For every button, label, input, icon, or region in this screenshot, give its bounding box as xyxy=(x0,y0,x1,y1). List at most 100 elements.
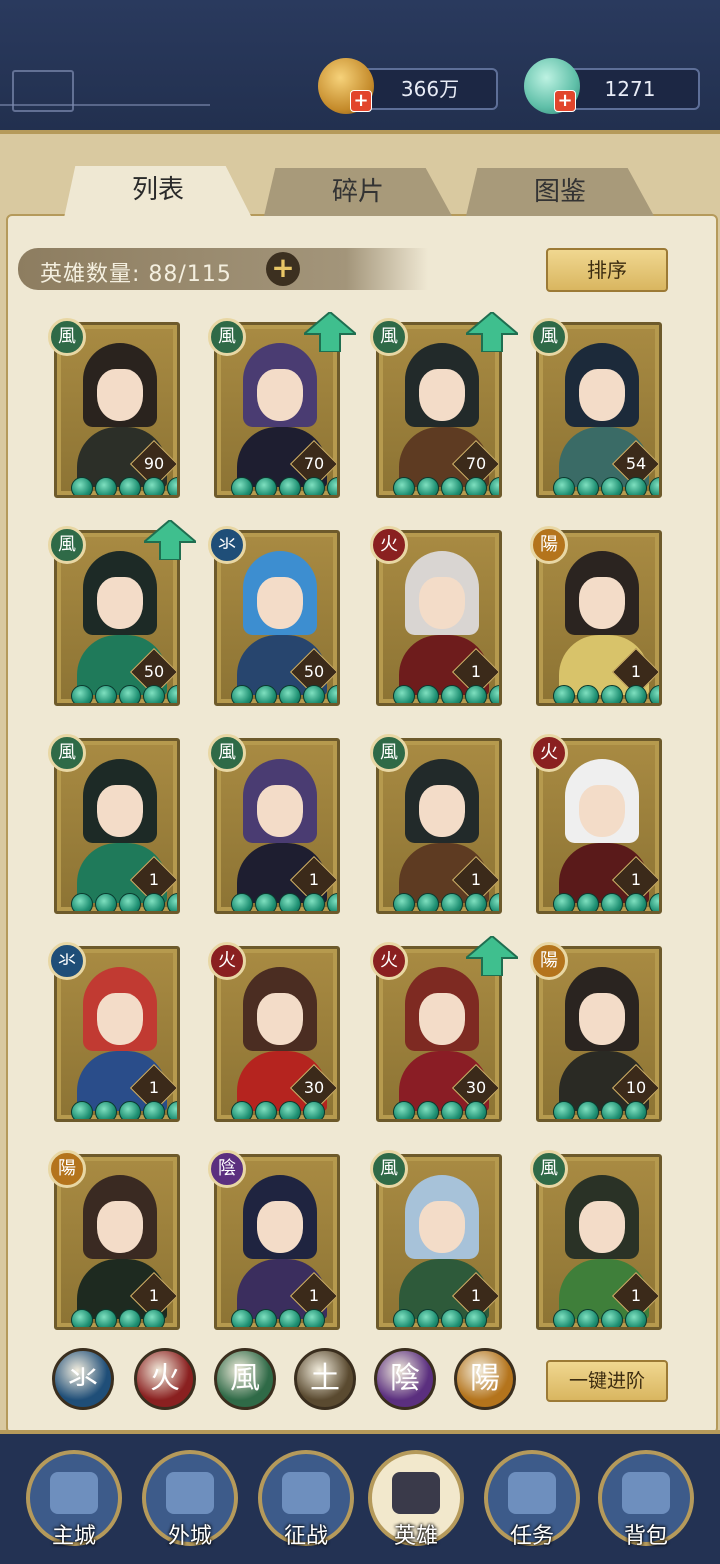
star-orbs xyxy=(393,1309,487,1327)
star-orb-icon xyxy=(441,1309,463,1327)
star-orb-icon xyxy=(231,477,253,495)
hero-face xyxy=(579,993,625,1045)
hero-level: 30 xyxy=(465,1078,487,1097)
star-orbs xyxy=(71,893,177,911)
star-orb-icon xyxy=(465,893,487,911)
filter-water-button[interactable]: 氺 xyxy=(52,1348,114,1410)
star-orb-icon xyxy=(625,1309,647,1327)
main-city-icon xyxy=(50,1472,98,1514)
add-jade-button[interactable]: + xyxy=(554,90,576,112)
hero-card[interactable]: 1陽 xyxy=(530,526,662,706)
filter-wood-button[interactable]: 風 xyxy=(214,1348,276,1410)
star-orb-icon xyxy=(625,893,647,911)
element-icon: 氺 xyxy=(48,942,86,980)
jade-counter: 1271 xyxy=(560,68,700,110)
nav-label: 主城 xyxy=(51,1524,96,1549)
star-orb-icon xyxy=(95,685,117,703)
nav-label: 背包 xyxy=(623,1524,668,1549)
star-orb-icon xyxy=(255,1309,277,1327)
add-coin-button[interactable]: + xyxy=(350,90,372,112)
hero-card[interactable]: 1風 xyxy=(370,1150,502,1330)
hero-card[interactable]: 1風 xyxy=(530,1150,662,1330)
hero-card[interactable]: 50 風 xyxy=(48,518,199,706)
star-orb-icon xyxy=(119,1101,141,1119)
star-orbs xyxy=(71,1101,177,1119)
star-orb-icon xyxy=(393,893,415,911)
hero-level: 1 xyxy=(308,870,320,889)
star-orb-icon xyxy=(417,1101,439,1119)
star-orb-icon xyxy=(119,1309,141,1327)
hero-face xyxy=(419,993,465,1045)
hero-card[interactable]: 70 風 xyxy=(370,310,521,498)
star-orbs xyxy=(231,1309,325,1327)
star-orb-icon xyxy=(577,477,599,495)
star-orb-icon xyxy=(489,893,499,911)
star-orb-icon xyxy=(441,893,463,911)
star-orb-icon xyxy=(601,477,623,495)
star-orbs xyxy=(393,1101,487,1119)
one-click-advance-button[interactable]: 一键进阶 xyxy=(546,1360,668,1402)
hero-card[interactable]: 1陽 xyxy=(48,1150,180,1330)
star-orb-icon xyxy=(465,1309,487,1327)
star-orb-icon xyxy=(441,1101,463,1119)
hero-face xyxy=(97,577,143,629)
star-orb-icon xyxy=(553,893,575,911)
star-orb-icon xyxy=(71,1101,93,1119)
hero-card[interactable]: 1風 xyxy=(208,734,340,914)
hero-card[interactable]: 10 陽 xyxy=(530,942,662,1122)
star-orbs xyxy=(553,477,659,495)
hero-card[interactable]: 30 火 xyxy=(370,934,521,1122)
filter-fire-button[interactable]: 火 xyxy=(134,1348,196,1410)
star-orb-icon xyxy=(167,477,177,495)
hero-card[interactable]: 54 風 xyxy=(530,318,662,498)
tab-list[interactable]: 列表 xyxy=(64,166,252,218)
hero-card[interactable]: 1氺 xyxy=(48,942,180,1122)
star-orb-icon xyxy=(231,1309,253,1327)
element-icon: 風 xyxy=(530,318,568,356)
hero-level: 70 xyxy=(465,454,487,473)
star-orb-icon xyxy=(143,1101,165,1119)
tab-fragments[interactable]: 碎片 xyxy=(264,168,452,216)
star-orb-icon xyxy=(95,477,117,495)
star-orb-icon xyxy=(489,685,499,703)
star-orb-icon xyxy=(601,1309,623,1327)
hero-card[interactable]: 1風 xyxy=(48,734,180,914)
hero-face xyxy=(419,1201,465,1253)
hero-count-value: 88/115 xyxy=(148,262,232,287)
hero-card[interactable]: 1陰 xyxy=(208,1150,340,1330)
hero-face xyxy=(97,369,143,421)
hero-card[interactable]: 50 氺 xyxy=(208,526,340,706)
hero-card[interactable]: 1火 xyxy=(370,526,502,706)
hero-level: 30 xyxy=(303,1078,325,1097)
upgrade-arrow-icon xyxy=(301,310,359,353)
sort-button[interactable]: 排序 xyxy=(546,248,668,292)
filter-earth-button[interactable]: 土 xyxy=(294,1348,356,1410)
star-orbs xyxy=(393,893,499,911)
hero-face xyxy=(257,577,303,629)
star-orbs xyxy=(231,685,337,703)
star-orb-icon xyxy=(303,685,325,703)
hero-card[interactable]: 30 火 xyxy=(208,942,340,1122)
star-orb-icon xyxy=(553,1309,575,1327)
hero-card[interactable]: 1風 xyxy=(370,734,502,914)
hero-face xyxy=(97,785,143,837)
hero-level: 1 xyxy=(148,1078,160,1097)
nav-label: 英雄 xyxy=(393,1524,438,1549)
star-orb-icon xyxy=(553,685,575,703)
filter-yin-button[interactable]: 陰 xyxy=(374,1348,436,1410)
element-icon: 陰 xyxy=(208,1150,246,1188)
hero-level: 1 xyxy=(148,1286,160,1305)
element-icon: 陽 xyxy=(48,1150,86,1188)
hero-level: 1 xyxy=(470,870,482,889)
hero-card[interactable]: 70 風 xyxy=(208,310,359,498)
filter-yang-button[interactable]: 陽 xyxy=(454,1348,516,1410)
element-icon: 風 xyxy=(370,318,408,356)
hero-card[interactable]: 90 風 xyxy=(48,318,180,498)
hero-level: 50 xyxy=(143,662,165,681)
expand-capacity-button[interactable]: + xyxy=(266,252,300,286)
star-orb-icon xyxy=(327,685,337,703)
star-orbs xyxy=(393,685,499,703)
hero-card[interactable]: 1火 xyxy=(530,734,662,914)
star-orb-icon xyxy=(441,477,463,495)
tab-codex[interactable]: 图鉴 xyxy=(466,168,654,216)
